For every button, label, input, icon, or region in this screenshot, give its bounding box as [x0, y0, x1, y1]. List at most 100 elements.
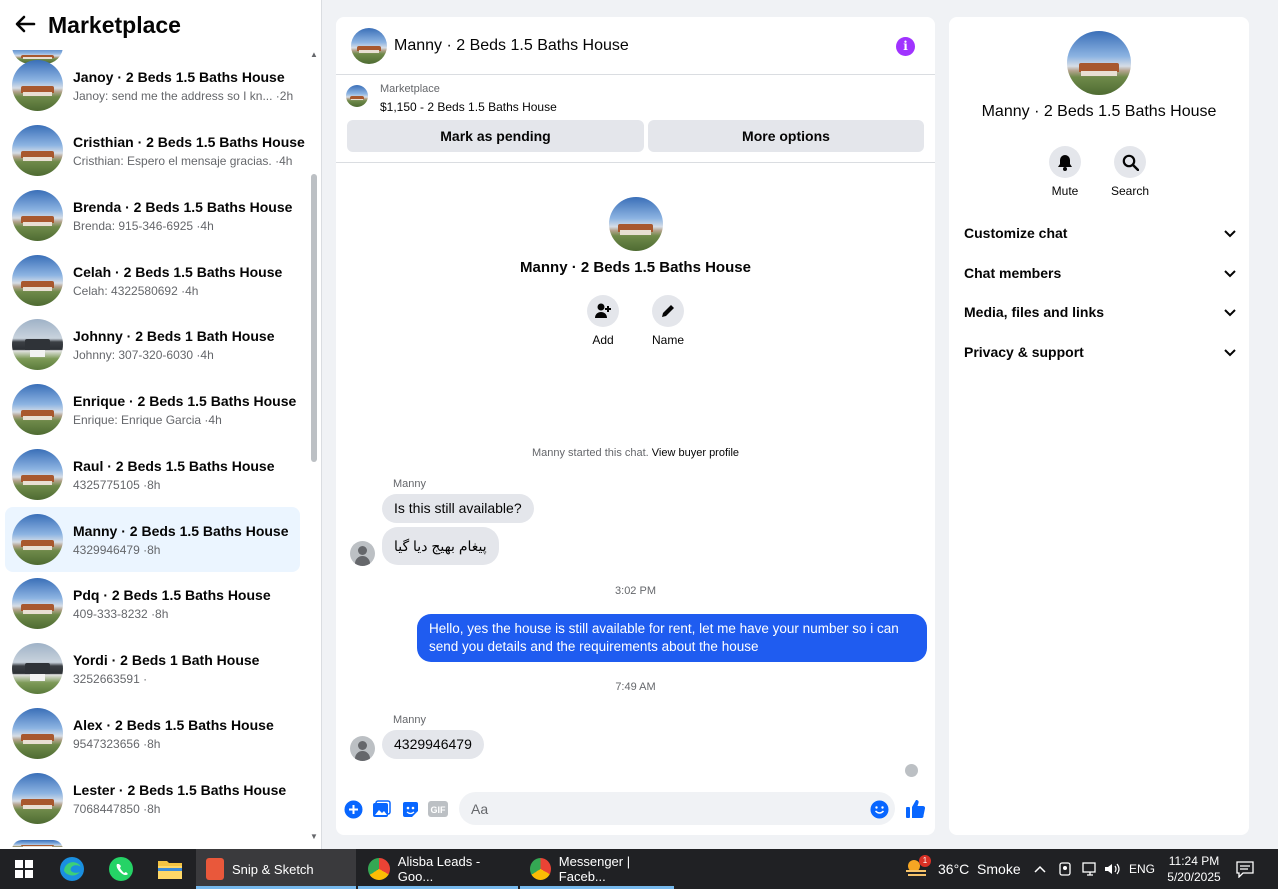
- conversation-item[interactable]: Johnny · 2 Beds 1 Bath House Johnny: 307-…: [5, 312, 300, 377]
- edge-browser-icon[interactable]: [48, 849, 96, 889]
- conversation-text: Lester · 2 Beds 1.5 Baths House 706844785…: [73, 782, 286, 816]
- bell-icon[interactable]: [1049, 146, 1081, 178]
- conversation-name: Pdq · 2 Beds 1.5 Baths House: [73, 586, 271, 603]
- add-action[interactable]: Add: [573, 295, 633, 347]
- like-thumb-icon[interactable]: [904, 797, 926, 819]
- details-avatar[interactable]: [1067, 31, 1131, 95]
- chevron-down-icon[interactable]: [1224, 344, 1236, 360]
- taskbar-app-chrome-messenger[interactable]: Messenger | Faceb...: [520, 849, 674, 889]
- conversation-item[interactable]: Janoy · 2 Beds 1.5 Baths House Janoy: sen…: [5, 53, 300, 118]
- chat-title[interactable]: Manny · 2 Beds 1.5 Baths House: [394, 37, 629, 55]
- clock[interactable]: 11:24 PM 5/20/2025: [1164, 849, 1224, 889]
- scrollbar-thumb[interactable]: [311, 174, 317, 462]
- listing-thumbnail[interactable]: [346, 85, 368, 107]
- conversation-snippet: 4325775105 ·8h: [73, 477, 161, 492]
- conversation-item[interactable]: Celah · 2 Beds 1.5 Baths House Celah: 432…: [5, 248, 300, 313]
- conversation-list[interactable]: Janoy · 2 Beds 1.5 Baths House Janoy: sen…: [0, 50, 305, 847]
- conversation-item[interactable]: Alex · 2 Beds 1.5 Baths House 9547323656 …: [5, 701, 300, 766]
- conversation-thumbnail: [12, 643, 63, 694]
- conversation-snippet: Enrique: Enrique Garcia ·4h: [73, 412, 222, 427]
- conversation-item[interactable]: Brenda · 2 Beds 1.5 Baths House Brenda: 9…: [5, 183, 300, 248]
- accordion-media-files-links[interactable]: Media, files and links: [964, 300, 1236, 324]
- emoji-icon[interactable]: [869, 799, 889, 819]
- add-person-icon[interactable]: [587, 295, 619, 327]
- accordion-customize-chat[interactable]: Customize chat: [964, 221, 1236, 245]
- chat-panel: Manny · 2 Beds 1.5 Baths House i Marketp…: [336, 17, 935, 835]
- conversation-item[interactable]: Enrique · 2 Beds 1.5 Baths House Enrique:…: [5, 377, 300, 442]
- taskbar-app-snip-sketch[interactable]: Snip & Sketch: [196, 849, 356, 889]
- conversation-text: Pdq · 2 Beds 1.5 Baths House 409-333-8232…: [73, 587, 271, 621]
- conversation-item[interactable]: Raul · 2 Beds 1.5 Baths House 4325775105 …: [5, 442, 300, 507]
- input-language[interactable]: ENG: [1129, 849, 1155, 889]
- show-hidden-icons-icon[interactable]: [1034, 849, 1046, 889]
- plus-circle-icon[interactable]: [343, 799, 363, 819]
- conversation-name: Johnny · 2 Beds 1 Bath House: [73, 327, 275, 344]
- sender-name: Manny: [393, 714, 427, 726]
- scroll-down-icon[interactable]: ▼: [310, 832, 318, 841]
- chevron-down-icon[interactable]: [1224, 225, 1236, 241]
- search-icon[interactable]: [1114, 146, 1146, 178]
- conversation-text: Enrique · 2 Beds 1.5 Baths House Enrique:…: [73, 393, 296, 427]
- incoming-message[interactable]: پیغام بھیج دیا گیا: [382, 527, 499, 565]
- clock-time: 11:24 PM: [1168, 854, 1220, 868]
- gif-text: GIF: [431, 805, 447, 815]
- volume-icon[interactable]: [1104, 849, 1122, 889]
- listing-price[interactable]: $1,150 - 2 Beds 1.5 Baths House: [380, 100, 557, 114]
- search-action[interactable]: Search: [1100, 146, 1160, 198]
- conversation-text: Manny · 2 Beds 1.5 Baths House 4329946479…: [73, 523, 289, 557]
- message-composer: GIF: [336, 792, 935, 832]
- conversation-snippet: 409-333-8232 ·8h: [73, 606, 169, 621]
- more-options-button[interactable]: More options: [648, 120, 924, 152]
- chat-avatar[interactable]: [351, 27, 387, 64]
- back-arrow-icon[interactable]: [14, 13, 38, 37]
- conversation-item[interactable]: Manny · 2 Beds 1.5 Baths House 4329946479…: [5, 507, 300, 572]
- window-scrollbar[interactable]: [1265, 0, 1278, 849]
- taskbar-app-chrome-leads[interactable]: Alisba Leads - Goo...: [358, 849, 518, 889]
- photo-icon[interactable]: [371, 799, 391, 819]
- chevron-down-icon[interactable]: [1224, 265, 1236, 281]
- name-action[interactable]: Name: [638, 295, 698, 347]
- meet-now-icon[interactable]: [1057, 849, 1073, 889]
- chat-intro: Manny · 2 Beds 1.5 Baths House Add Name: [336, 197, 935, 347]
- chrome-icon: [368, 858, 390, 880]
- windows-start-icon[interactable]: [0, 849, 48, 889]
- scroll-up-icon[interactable]: ▲: [310, 50, 318, 59]
- sidebar-scrollbar[interactable]: ▲ ▼: [308, 50, 320, 847]
- accordion-chat-members[interactable]: Chat members: [964, 261, 1236, 285]
- notifications-icon[interactable]: [1236, 849, 1254, 889]
- message-input[interactable]: [459, 792, 895, 825]
- chat-started-note: Manny started this chat. View buyer prof…: [336, 447, 935, 459]
- accordion-label: Customize chat: [964, 225, 1068, 241]
- conversation-thumbnail-partial: [12, 840, 63, 847]
- info-icon[interactable]: i: [896, 37, 915, 56]
- outgoing-message[interactable]: Hello, yes the house is still available …: [417, 614, 927, 662]
- conversation-text: Celah · 2 Beds 1.5 Baths House Celah: 432…: [73, 264, 282, 298]
- accordion-privacy-support[interactable]: Privacy & support: [964, 340, 1236, 364]
- incoming-message[interactable]: Is this still available?: [382, 494, 534, 523]
- sidebar-header: Marketplace: [0, 0, 321, 50]
- gif-icon[interactable]: GIF: [428, 799, 448, 819]
- sender-avatar[interactable]: [350, 541, 375, 566]
- windows-taskbar: Snip & Sketch Alisba Leads - Goo... Mess…: [0, 849, 1278, 889]
- incoming-message[interactable]: 4329946479: [382, 730, 484, 759]
- mark-pending-button[interactable]: Mark as pending: [347, 120, 644, 152]
- conversation-text: Raul · 2 Beds 1.5 Baths House 4325775105 …: [73, 458, 275, 492]
- name-label: Name: [651, 333, 684, 347]
- network-icon[interactable]: [1081, 849, 1099, 889]
- sticker-icon[interactable]: [400, 799, 420, 819]
- sender-name: Manny: [393, 478, 427, 490]
- mute-action[interactable]: Mute: [1035, 146, 1095, 198]
- view-buyer-profile-link[interactable]: View buyer profile: [652, 447, 739, 459]
- weather-widget[interactable]: 1 36°C Smoke: [904, 849, 1021, 889]
- file-explorer-icon[interactable]: [146, 849, 194, 889]
- conversation-name: Brenda · 2 Beds 1.5 Baths House: [73, 198, 293, 215]
- pencil-icon[interactable]: [652, 295, 684, 327]
- conversation-item[interactable]: Lester · 2 Beds 1.5 Baths House 706844785…: [5, 766, 300, 831]
- chevron-down-icon[interactable]: [1224, 304, 1236, 320]
- whatsapp-icon[interactable]: [97, 849, 145, 889]
- conversation-item[interactable]: Yordi · 2 Beds 1 Bath House 3252663591 ·: [5, 636, 300, 701]
- conversation-item[interactable]: Pdq · 2 Beds 1.5 Baths House 409-333-8232…: [5, 571, 300, 636]
- sender-avatar[interactable]: [350, 736, 375, 761]
- conversation-item[interactable]: Cristhian · 2 Beds 1.5 Baths House Cristh…: [5, 118, 305, 183]
- taskbar-app-label: Alisba Leads - Goo...: [397, 854, 481, 884]
